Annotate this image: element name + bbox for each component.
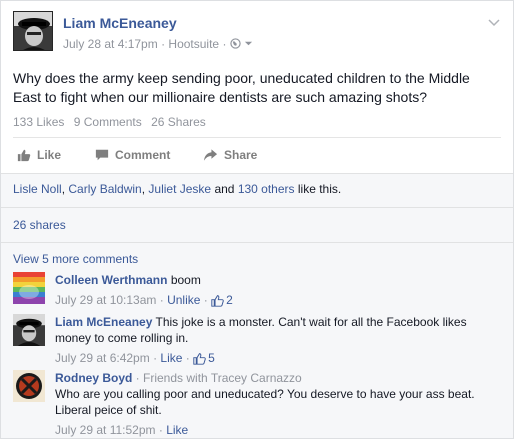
like-label: Like xyxy=(37,148,62,162)
post-card: Liam McEneaney July 28 at 4:17pm · Hoots… xyxy=(0,0,514,439)
shares-link[interactable]: 26 shares xyxy=(13,218,66,232)
thumbs-up-icon xyxy=(193,352,206,365)
comment-label: Comment xyxy=(115,148,171,162)
comment-timestamp[interactable]: July 29 at 6:42pm xyxy=(55,350,150,366)
like-button[interactable]: Like xyxy=(17,148,61,162)
comment-body: Rodney Boyd · Friends with Tracey Carnaz… xyxy=(55,370,501,438)
share-button[interactable]: Share xyxy=(203,148,257,162)
likes-and: and xyxy=(214,182,235,196)
view-more-comments-link[interactable]: View 5 more comments xyxy=(13,252,138,266)
divider xyxy=(13,137,501,138)
dropdown-caret-icon[interactable] xyxy=(244,39,253,48)
feedback-section: Lisle Noll, Carly Baldwin, Juliet Jeske … xyxy=(1,173,513,438)
post-text: Why does the army keep sending poor, une… xyxy=(13,70,470,105)
comment-text: boom xyxy=(170,273,201,287)
like-link[interactable]: Like xyxy=(166,422,188,438)
comment-item: Liam McEneaney This joke is a monster. C… xyxy=(13,314,501,366)
comment-meta: July 29 at 11:52pm · Like xyxy=(55,422,189,438)
commenter-avatar[interactable] xyxy=(13,314,45,346)
comment-like-count[interactable]: 2 xyxy=(226,292,233,308)
thumbs-up-icon xyxy=(211,294,224,307)
chevron-down-icon[interactable] xyxy=(487,15,501,29)
post-meta: July 28 at 4:17pm · Hootsuite · xyxy=(63,37,253,51)
comments-count[interactable]: 9 Comments xyxy=(74,115,142,129)
divider xyxy=(1,207,513,208)
meta-separator: · xyxy=(219,37,230,51)
action-bar: Like Comment Share xyxy=(13,141,501,171)
comment-like-count[interactable]: 5 xyxy=(208,350,215,366)
comment-body: Liam McEneaney This joke is a monster. C… xyxy=(55,314,501,366)
likes-summary: Lisle Noll, Carly Baldwin, Juliet Jeske … xyxy=(13,182,342,196)
comment-item: Colleen Werthmann boom July 29 at 10:13a… xyxy=(13,272,501,312)
commenter-name[interactable]: Liam McEneaney xyxy=(55,315,152,329)
likes-suffix: like this. xyxy=(297,182,342,196)
comment-meta: July 29 at 10:13am · Unlike · 2 xyxy=(55,292,233,308)
comment-body: Colleen Werthmann boom July 29 at 10:13a… xyxy=(55,272,501,308)
comment-meta: July 29 at 6:42pm · Like · 5 xyxy=(55,350,215,366)
commenter-name[interactable]: Colleen Werthmann xyxy=(55,273,167,287)
comment-timestamp[interactable]: July 29 at 11:52pm xyxy=(55,422,156,438)
post-header: Liam McEneaney July 28 at 4:17pm · Hoots… xyxy=(13,11,501,63)
commenter-context: · Friends with Tracey Carnazzo xyxy=(132,371,302,385)
comment-timestamp[interactable]: July 29 at 10:13am xyxy=(55,292,156,308)
liker-link[interactable]: Carly Baldwin xyxy=(68,182,141,196)
shares-count[interactable]: 26 Shares xyxy=(151,115,206,129)
liker-link[interactable]: Lisle Noll xyxy=(13,182,62,196)
author-avatar[interactable] xyxy=(13,11,53,51)
thumbs-up-icon xyxy=(17,149,31,162)
comment-item: Rodney Boyd · Friends with Tracey Carnaz… xyxy=(13,370,501,438)
comment-button[interactable]: Comment xyxy=(95,148,170,162)
liker-link[interactable]: Juliet Jeske xyxy=(148,182,211,196)
like-link[interactable]: Like xyxy=(160,350,182,366)
commenter-name[interactable]: Rodney Boyd xyxy=(55,371,132,385)
divider xyxy=(1,242,513,243)
share-label: Share xyxy=(224,148,258,162)
post-timestamp[interactable]: July 28 at 4:17pm xyxy=(63,37,158,51)
share-arrow-icon xyxy=(203,149,218,161)
globe-icon xyxy=(230,38,241,49)
commenter-avatar[interactable] xyxy=(13,272,45,304)
unlike-link[interactable]: Unlike xyxy=(167,292,200,308)
likes-count[interactable]: 133 Likes xyxy=(13,115,64,129)
post-author-name[interactable]: Liam McEneaney xyxy=(63,15,177,31)
comment-icon xyxy=(95,149,109,161)
post-via[interactable]: Hootsuite xyxy=(168,37,219,51)
commenter-avatar[interactable] xyxy=(13,370,45,402)
meta-separator: · xyxy=(157,37,169,51)
post-stats: 133 Likes 9 Comments 26 Shares xyxy=(13,115,212,129)
comment-text: Who are you calling poor and uneducated?… xyxy=(55,387,475,417)
likes-others-link[interactable]: 130 others xyxy=(238,182,295,196)
